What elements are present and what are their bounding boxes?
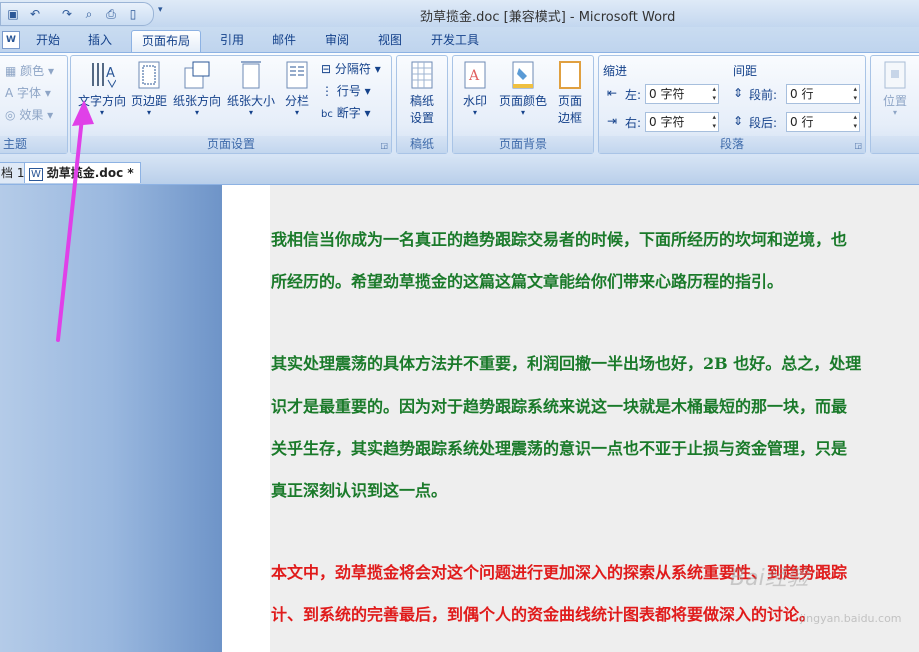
page-setup-launcher-icon[interactable]: ◲ (380, 141, 388, 150)
quick-access-toolbar: ▣ ↶ ↷ ⌕ ⎙ ▯ (0, 2, 154, 26)
hyphenation-icon: bc (321, 109, 333, 120)
tab-references[interactable]: 引用 (212, 30, 252, 51)
watermark-button[interactable]: A 水印 ▾ (457, 60, 493, 117)
group-label-manuscript: 稿纸 (397, 136, 447, 153)
manuscript-icon (408, 60, 436, 90)
group-arrange: 位置 ▾ (870, 55, 919, 154)
spinner-icon[interactable]: ▴ ▾ (853, 85, 857, 103)
indent-right-label: 右: (625, 116, 642, 130)
page-borders-icon (556, 60, 584, 90)
effects-icon: ◎ (5, 108, 16, 122)
document-line: 计、到系统的完善最后，到偶个人的资金曲线统计图表都将要做深入的讨论。 (271, 605, 816, 624)
tab-review[interactable]: 审阅 (317, 30, 357, 51)
tab-page-layout[interactable]: 页面布局 (131, 30, 201, 52)
document-line: 真正深刻认识到这一点。 (271, 481, 448, 500)
group-label-page-setup: 页面设置 (71, 136, 391, 153)
hyphenation-button[interactable]: bc 断字 ▾ (321, 104, 371, 121)
line-numbers-icon: ⋮ (321, 84, 333, 98)
watermark-icon: A (461, 60, 489, 90)
spacing-after-label: 段后: (749, 116, 778, 130)
indent-left-label: 左: (625, 88, 642, 102)
fonts-icon: A (5, 86, 14, 100)
page-borders-button[interactable]: 页面 边框 (551, 60, 589, 126)
word-document-icon: W (29, 168, 43, 181)
group-label-paragraph: 段落 (599, 136, 865, 153)
paragraph-launcher-icon[interactable]: ◲ (854, 141, 862, 150)
undo-icon[interactable]: ↶ (27, 6, 43, 22)
theme-effects-button[interactable]: ◎ 效果 ▾ (5, 106, 53, 123)
group-label-page-background: 页面背景 (453, 136, 593, 153)
doc-tab-active[interactable]: W 劲草揽金.doc * (24, 162, 141, 183)
group-label-arrange (871, 136, 919, 153)
print-icon[interactable]: ⎙ (103, 6, 119, 22)
indent-right-icon: ⇥ (607, 114, 618, 128)
office-button-icon[interactable]: W (2, 31, 20, 49)
paper-size-icon (237, 60, 265, 90)
indent-right-input[interactable]: 0 字符 ▴ ▾ (645, 112, 719, 132)
colors-icon: ▦ (5, 64, 17, 78)
columns-button[interactable]: 分栏 ▾ (279, 60, 315, 117)
indent-left-icon: ⇤ (607, 86, 618, 100)
margins-icon (135, 60, 163, 90)
document-line: 我相信当你成为一名真正的趋势跟踪交易者的时候，下面所经历的坎坷和逆境，也 (271, 230, 848, 249)
line-numbers-button[interactable]: ⋮ 行号 ▾ (321, 82, 371, 99)
document-line: 所经历的。希望劲草揽金的这篇这篇文章能给你们带来心路历程的指引。 (271, 272, 784, 291)
new-document-icon[interactable]: ▯ (125, 6, 141, 22)
tab-home[interactable]: 开始 (28, 30, 68, 51)
redo-icon[interactable]: ↷ (59, 6, 75, 22)
print-preview-icon[interactable]: ⌕ (81, 6, 97, 22)
indent-title: 缩进 (603, 64, 628, 78)
columns-icon (283, 60, 311, 90)
workspace-background (0, 185, 222, 652)
position-icon (881, 60, 909, 90)
tab-developer[interactable]: 开发工具 (424, 30, 486, 51)
svg-text:A: A (106, 66, 115, 81)
spacing-before-icon: ⇕ (733, 86, 744, 100)
group-label-themes: 主题 (0, 136, 67, 153)
theme-fonts-button[interactable]: A 字体 ▾ (5, 84, 51, 101)
breaks-button[interactable]: ⊟ 分隔符 ▾ (321, 60, 381, 77)
tab-insert[interactable]: 插入 (80, 30, 120, 51)
spacing-before-label: 段前: (749, 88, 778, 102)
margins-button[interactable]: 页边距 ▾ (129, 60, 169, 117)
text-direction-button[interactable]: A 文字方向 ▾ (77, 60, 127, 117)
indent-left-input[interactable]: 0 字符 ▴ ▾ (645, 84, 719, 104)
group-themes: ▦ 颜色 ▾ A 字体 ▾ ◎ 效果 ▾ 主题 (0, 55, 68, 154)
group-manuscript: 稿纸 设置 稿纸 (396, 55, 448, 154)
window-title: 劲草揽金.doc [兼容模式] - Microsoft Word (420, 10, 676, 25)
orientation-icon (183, 60, 211, 90)
customize-qat-icon[interactable]: ▾ (158, 5, 163, 15)
breaks-icon: ⊟ (321, 62, 332, 76)
document-line: 其实处理震荡的具体方法并不重要，利润回撤一半出场也好，2B 也好。总之，处理 (271, 354, 862, 373)
group-page-setup: A 文字方向 ▾ 页边距 ▾ 纸张方向 ▾ 纸张大小 ▾ 分栏 ▾ ⊟ 分隔符 ▾ ⋮ 行… (70, 55, 392, 154)
manuscript-setup-button[interactable]: 稿纸 设置 (401, 60, 443, 126)
page-margin (222, 185, 270, 652)
spacing-after-icon: ⇕ (733, 114, 744, 128)
spinner-icon[interactable]: ▴ ▾ (853, 113, 857, 131)
page-color-button[interactable]: 页面颜色 ▾ (497, 60, 549, 117)
text-direction-icon: A (88, 60, 116, 90)
group-paragraph: 缩进 间距 ⇤ 左: 0 字符 ▴ ▾ ⇥ 右: 0 字符 ▴ ▾ ⇕ 段前: 0 行 ▴… (598, 55, 866, 154)
document-line: 识才是最重要的。因为对于趋势跟踪系统来说这一块就是木桶最短的那一块，而最 (271, 397, 848, 416)
watermark-logo: Bai经验 (730, 566, 809, 591)
watermark-url: jingyan.baidu.com (800, 612, 902, 625)
svg-text:A: A (468, 68, 480, 84)
save-icon[interactable]: ▣ (5, 6, 21, 22)
spacing-after-input[interactable]: 0 行 ▴ ▾ (786, 112, 860, 132)
group-page-background: A 水印 ▾ 页面颜色 ▾ 页面 边框 页面背景 (452, 55, 594, 154)
spacing-title: 间距 (733, 64, 758, 78)
position-button[interactable]: 位置 ▾ (877, 60, 913, 117)
tab-mailings[interactable]: 邮件 (264, 30, 304, 51)
spinner-icon[interactable]: ▴ ▾ (712, 113, 716, 131)
tab-view[interactable]: 视图 (370, 30, 410, 51)
theme-colors-button[interactable]: ▦ 颜色 ▾ (5, 62, 54, 79)
document-line: 关乎生存，其实趋势跟踪系统处理震荡的意识一点也不亚于止损与资金管理，只是 (271, 439, 848, 458)
spinner-icon[interactable]: ▴ ▾ (712, 85, 716, 103)
size-button[interactable]: 纸张大小 ▾ (225, 60, 277, 117)
page-color-icon (509, 60, 537, 90)
orientation-button[interactable]: 纸张方向 ▾ (171, 60, 223, 117)
spacing-before-input[interactable]: 0 行 ▴ ▾ (786, 84, 860, 104)
